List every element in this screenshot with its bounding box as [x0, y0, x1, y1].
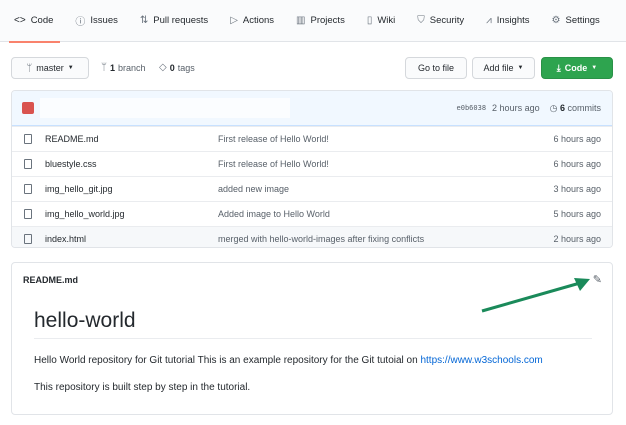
annotation-arrow	[481, 278, 590, 313]
